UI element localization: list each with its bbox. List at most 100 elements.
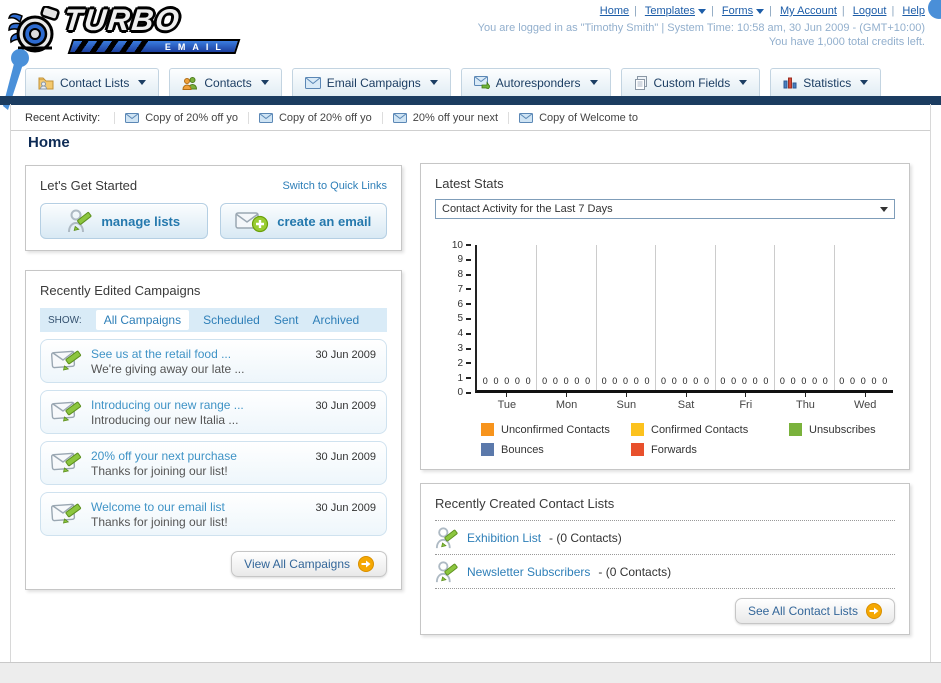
logo-banner: EMAIL	[67, 39, 241, 54]
chevron-down-icon	[880, 206, 888, 212]
stats-period-select[interactable]: Contact Activity for the Last 7 Days	[435, 199, 895, 219]
campaign-row[interactable]: 20% off your next purchase 30 Jun 2009 T…	[40, 441, 387, 485]
chart-value-label: 0	[612, 376, 618, 386]
contact-list-item[interactable]: Exhibition List - (0 Contacts)	[435, 521, 895, 554]
stats-period-value: Contact Activity for the Last 7 Days	[442, 203, 613, 215]
tab-contacts[interactable]: Contacts	[169, 68, 282, 96]
view-all-campaigns-button[interactable]: View All Campaigns	[231, 551, 387, 577]
recent-activity-bar: Recent Activity: Copy of 20% off yo Copy…	[10, 105, 931, 131]
chevron-down-icon	[589, 80, 598, 85]
campaign-subtitle: We're giving away our late ...	[91, 361, 245, 376]
campaign-subtitle: Thanks for joining our list!	[91, 514, 228, 529]
chart-value-group: 00000	[477, 376, 536, 386]
legend-swatch	[631, 423, 644, 436]
navy-divider-bar	[0, 96, 941, 105]
chart-value-label: 0	[741, 376, 747, 386]
tab-email-campaigns[interactable]: Email Campaigns	[291, 68, 451, 96]
campaign-filter-bar: SHOW: All Campaigns Scheduled Sent Archi…	[40, 308, 387, 332]
chart-value-group: 00000	[596, 376, 655, 386]
campaign-date: 30 Jun 2009	[315, 348, 376, 361]
switch-quick-links-link[interactable]: Switch to Quick Links	[282, 180, 387, 192]
nav-link-logout[interactable]: Logout	[853, 5, 887, 17]
chart-x-tick: Thu	[776, 393, 836, 411]
campaign-title-link[interactable]: Introducing our new range ...	[91, 398, 244, 412]
tab-label: Autoresponders	[495, 75, 581, 90]
recent-activity-item[interactable]: Copy of 20% off yo	[247, 111, 382, 124]
campaign-subtitle: Introducing our new Italia ...	[91, 412, 239, 427]
chart-value-label: 0	[633, 376, 639, 386]
legend-item: Unsubscribes	[789, 423, 939, 436]
tab-autoresponders[interactable]: Autoresponders	[460, 68, 611, 96]
chart-value-label: 0	[763, 376, 769, 386]
nav-link-help[interactable]: Help	[902, 5, 925, 17]
tab-custom-fields[interactable]: Custom Fields	[620, 68, 761, 96]
campaign-row[interactable]: See us at the retail food ... 30 Jun 200…	[40, 339, 387, 383]
get-started-title: Let's Get Started	[40, 178, 138, 193]
chevron-down-icon	[429, 80, 438, 85]
nav-link-templates[interactable]: Templates	[645, 5, 695, 17]
legend-item: Forwards	[631, 443, 789, 456]
filter-sent[interactable]: Sent	[274, 313, 299, 327]
filter-all-campaigns[interactable]: All Campaigns	[95, 310, 190, 330]
chart-value-label: 0	[752, 376, 758, 386]
latest-stats-panel: Latest Stats Contact Activity for the La…	[420, 163, 910, 470]
chart-value-label: 0	[585, 376, 591, 386]
chart-gridline	[714, 245, 716, 390]
contact-list-link[interactable]: Exhibition List	[467, 531, 541, 545]
chart-value-group: 00000	[774, 376, 833, 386]
campaign-subtitle: Thanks for joining our list!	[91, 463, 228, 478]
chevron-down-icon	[260, 80, 269, 85]
create-email-button[interactable]: create an email	[219, 203, 387, 239]
chart-value-label: 0	[682, 376, 688, 386]
chart-x-axis: Tue Mon Sun Sat Fri Thu Wed	[477, 393, 895, 411]
chart-value-label: 0	[623, 376, 629, 386]
legend-swatch	[789, 423, 802, 436]
envelope-arrow-icon	[473, 76, 490, 89]
recent-activity-item[interactable]: Copy of Welcome to	[508, 111, 648, 124]
contact-activity-chart: 10 9 8 7 6 5 4 3 2 1 0 000000000000000000000000000…	[452, 240, 893, 411]
app-logo: TURBO EMAIL	[8, 2, 258, 60]
chevron-down-icon	[739, 80, 748, 85]
tab-statistics[interactable]: Statistics	[770, 68, 882, 96]
envelope-pencil-icon	[51, 401, 82, 422]
nav-link-my-account[interactable]: My Account	[780, 5, 837, 17]
manage-lists-button[interactable]: manage lists	[40, 203, 208, 239]
envelope-icon	[125, 112, 140, 123]
see-all-contact-lists-label: See All Contact Lists	[747, 604, 858, 618]
view-all-campaigns-label: View All Campaigns	[244, 557, 350, 571]
logo-title: TURBO	[62, 4, 183, 37]
recent-activity-item[interactable]: 20% off your next	[381, 111, 508, 124]
nav-link-forms[interactable]: Forms	[722, 5, 753, 17]
contact-lists-panel: Recently Created Contact Lists Exhibitio…	[420, 483, 910, 635]
campaigns-title: Recently Edited Campaigns	[40, 283, 201, 298]
chart-x-tick: Fri	[716, 393, 776, 411]
chevron-down-icon	[138, 80, 147, 85]
campaign-title-link[interactable]: Welcome to our email list	[91, 500, 225, 514]
recent-activity-item[interactable]: Copy of 20% off yo	[114, 111, 248, 124]
filter-archived[interactable]: Archived	[313, 313, 360, 327]
see-all-contact-lists-button[interactable]: See All Contact Lists	[734, 598, 895, 624]
campaign-row[interactable]: Introducing our new range ... 30 Jun 200…	[40, 390, 387, 434]
person-pencil-icon	[68, 209, 92, 233]
campaign-title-link[interactable]: 20% off your next purchase	[91, 449, 237, 463]
chart-value-label: 0	[720, 376, 726, 386]
chart-legend: Unconfirmed Contacts Confirmed Contacts …	[481, 423, 895, 456]
filter-scheduled[interactable]: Scheduled	[203, 313, 260, 327]
campaign-row[interactable]: Welcome to our email list 30 Jun 2009 Th…	[40, 492, 387, 536]
tab-label: Statistics	[803, 75, 852, 90]
chart-value-group: 00000	[834, 376, 893, 386]
campaign-title-link[interactable]: See us at the retail food ...	[91, 347, 231, 361]
chart-value-label: 0	[871, 376, 877, 386]
chart-value-label: 0	[563, 376, 569, 386]
chart-value-label: 0	[661, 376, 667, 386]
contact-list-item[interactable]: Newsletter Subscribers - (0 Contacts)	[435, 555, 895, 588]
nav-link-home[interactable]: Home	[600, 5, 629, 17]
tab-label: Custom Fields	[653, 75, 731, 90]
chart-value-label: 0	[860, 376, 866, 386]
latest-stats-title: Latest Stats	[435, 176, 504, 191]
chart-x-tick: Sat	[656, 393, 716, 411]
chart-y-axis: 10 9 8 7 6 5 4 3 2 1 0	[435, 240, 471, 398]
tab-contact-lists[interactable]: Contact Lists	[25, 68, 160, 96]
envelope-icon	[392, 112, 407, 123]
contact-list-link[interactable]: Newsletter Subscribers	[467, 565, 590, 579]
